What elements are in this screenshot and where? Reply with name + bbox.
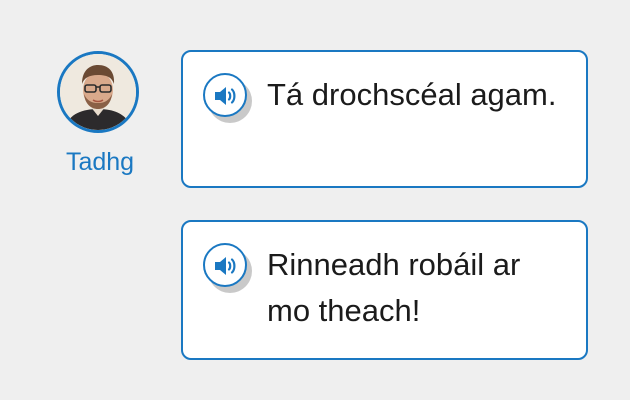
audio-button-circle [203,73,247,117]
speaker-volume-icon [215,87,236,105]
speaker-avatar [57,51,139,133]
message-text-1: Tá drochscéal agam. [267,77,557,112]
play-audio-button-1[interactable] [203,73,257,123]
play-audio-button-2[interactable] [203,243,257,293]
audio-button-circle [203,243,247,287]
message-bubble-1: Tá drochscéal agam. [181,50,588,188]
dialogue-panel: Tadhg Tá drochscéal agam. Rinneadh robái… [0,0,630,400]
message-bubble-2: Rinneadh robáil ar mo theach! [181,220,588,360]
speaker-volume-icon [215,257,236,275]
avatar-portrait [60,54,136,130]
message-text-2: Rinneadh robáil ar mo theach! [267,247,521,328]
speaker-name: Tadhg [65,148,135,176]
